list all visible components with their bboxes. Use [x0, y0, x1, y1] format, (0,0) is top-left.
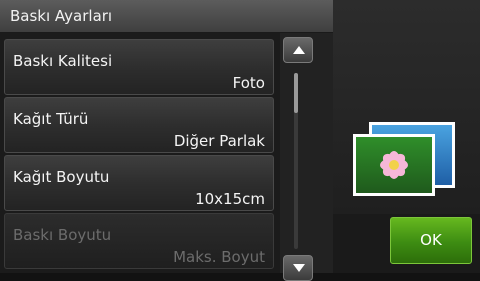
- scroll-up-button[interactable]: [283, 37, 313, 63]
- setting-print-quality[interactable]: Baskı Kalitesi Foto: [4, 39, 274, 95]
- ok-button[interactable]: OK: [390, 217, 472, 264]
- setting-label: Kağıt Boyutu: [13, 168, 110, 186]
- setting-value: 10x15cm: [195, 190, 265, 208]
- settings-list: Baskı Kalitesi Foto Kağıt Türü Diğer Par…: [0, 33, 280, 273]
- setting-value: Maks. Boyut: [173, 248, 265, 266]
- screen-title: Baskı Ayarları: [0, 0, 333, 33]
- setting-paper-type[interactable]: Kağıt Türü Diğer Parlak: [4, 97, 274, 153]
- setting-value: Foto: [232, 74, 265, 92]
- setting-paper-size[interactable]: Kağıt Boyutu 10x15cm: [4, 155, 274, 211]
- scroll-thumb[interactable]: [294, 73, 298, 113]
- setting-value: Diğer Parlak: [173, 132, 265, 150]
- setting-label: Baskı Boyutu: [13, 226, 112, 244]
- triangle-down-icon: [293, 264, 305, 272]
- setting-label: Kağıt Türü: [13, 110, 89, 128]
- photo-flower-icon: [353, 134, 435, 196]
- triangle-up-icon: [293, 46, 305, 54]
- setting-label: Baskı Kalitesi: [13, 52, 113, 70]
- setting-print-size: Baskı Boyutu Maks. Boyut: [4, 213, 274, 269]
- scroll-down-button[interactable]: [283, 255, 313, 281]
- scroll-column: [280, 33, 333, 281]
